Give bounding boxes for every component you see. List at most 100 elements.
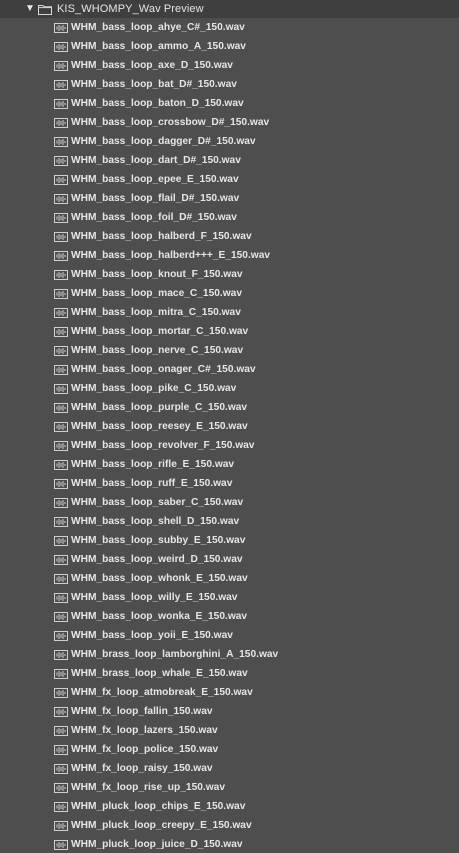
file-name: WHM_fx_loop_lazers_150.wav — [71, 725, 218, 736]
file-row[interactable]: WHM_bass_loop_whonk_E_150.wav — [0, 569, 459, 588]
audio-file-icon — [54, 592, 68, 603]
file-name: WHM_fx_loop_raisy_150.wav — [71, 763, 213, 774]
audio-file-icon — [54, 782, 68, 793]
audio-file-icon — [54, 41, 68, 52]
file-row[interactable]: WHM_bass_loop_knout_F_150.wav — [0, 265, 459, 284]
file-name: WHM_bass_loop_halberd+++_E_150.wav — [71, 250, 271, 261]
file-row[interactable]: WHM_fx_loop_raisy_150.wav — [0, 759, 459, 778]
file-row[interactable]: WHM_bass_loop_halberd_F_150.wav — [0, 227, 459, 246]
folder-icon — [38, 4, 52, 15]
file-name: WHM_bass_loop_crossbow_D#_150.wav — [71, 117, 270, 128]
file-row[interactable]: WHM_brass_loop_whale_E_150.wav — [0, 664, 459, 683]
audio-file-icon — [54, 421, 68, 432]
audio-file-icon — [54, 79, 68, 90]
file-name: WHM_bass_loop_yoii_E_150.wav — [71, 630, 233, 641]
audio-file-icon — [54, 744, 68, 755]
audio-file-icon — [54, 288, 68, 299]
audio-file-icon — [54, 497, 68, 508]
file-row[interactable]: WHM_bass_loop_epee_E_150.wav — [0, 170, 459, 189]
file-row[interactable]: WHM_fx_loop_lazers_150.wav — [0, 721, 459, 740]
file-row[interactable]: WHM_pluck_loop_creepy_E_150.wav — [0, 816, 459, 835]
file-name: WHM_bass_loop_axe_D_150.wav — [71, 60, 233, 71]
file-row[interactable]: WHM_bass_loop_nerve_C_150.wav — [0, 341, 459, 360]
file-name: WHM_bass_loop_purple_C_150.wav — [71, 402, 248, 413]
file-name: WHM_bass_loop_shell_D_150.wav — [71, 516, 240, 527]
file-row[interactable]: WHM_bass_loop_pike_C_150.wav — [0, 379, 459, 398]
file-row[interactable]: WHM_bass_loop_baton_D_150.wav — [0, 94, 459, 113]
file-row[interactable]: WHM_bass_loop_shell_D_150.wav — [0, 512, 459, 531]
file-row[interactable]: WHM_bass_loop_axe_D_150.wav — [0, 56, 459, 75]
file-name: WHM_bass_loop_pike_C_150.wav — [71, 383, 237, 394]
file-row[interactable]: WHM_bass_loop_mace_C_150.wav — [0, 284, 459, 303]
file-name: WHM_bass_loop_epee_E_150.wav — [71, 174, 239, 185]
audio-file-icon — [54, 269, 68, 280]
file-row[interactable]: WHM_fx_loop_rise_up_150.wav — [0, 778, 459, 797]
file-name: WHM_bass_loop_nerve_C_150.wav — [71, 345, 244, 356]
file-row[interactable]: WHM_bass_loop_saber_C_150.wav — [0, 493, 459, 512]
file-row[interactable]: WHM_bass_loop_bat_D#_150.wav — [0, 75, 459, 94]
audio-file-icon — [54, 668, 68, 679]
file-row[interactable]: WHM_bass_loop_crossbow_D#_150.wav — [0, 113, 459, 132]
file-row[interactable]: WHM_bass_loop_dart_D#_150.wav — [0, 151, 459, 170]
file-row[interactable]: WHM_bass_loop_mitra_C_150.wav — [0, 303, 459, 322]
audio-file-icon — [54, 250, 68, 261]
file-name: WHM_fx_loop_atmobreak_E_150.wav — [71, 687, 253, 698]
audio-file-icon — [54, 212, 68, 223]
file-list: WHM_bass_loop_ahye_C#_150.wav WHM_bass_lo… — [0, 18, 459, 853]
file-row[interactable]: WHM_brass_loop_lamborghini_A_150.wav — [0, 645, 459, 664]
audio-file-icon — [54, 117, 68, 128]
file-row[interactable]: WHM_bass_loop_onager_C#_150.wav — [0, 360, 459, 379]
file-row[interactable]: WHM_bass_loop_flail_D#_150.wav — [0, 189, 459, 208]
file-row[interactable]: WHM_bass_loop_revolver_F_150.wav — [0, 436, 459, 455]
file-row[interactable]: WHM_pluck_loop_chips_E_150.wav — [0, 797, 459, 816]
file-name: WHM_bass_loop_whonk_E_150.wav — [71, 573, 248, 584]
file-row[interactable]: WHM_bass_loop_mortar_C_150.wav — [0, 322, 459, 341]
folder-row[interactable]: ▼ KIS_WHOMPY_Wav Preview — [0, 0, 459, 18]
audio-file-icon — [54, 22, 68, 33]
file-row[interactable]: WHM_bass_loop_purple_C_150.wav — [0, 398, 459, 417]
file-row[interactable]: WHM_pluck_loop_juice_D_150.wav — [0, 835, 459, 853]
file-row[interactable]: WHM_bass_loop_yoii_E_150.wav — [0, 626, 459, 645]
file-name: WHM_pluck_loop_chips_E_150.wav — [71, 801, 246, 812]
audio-file-icon — [54, 478, 68, 489]
file-row[interactable]: WHM_bass_loop_weird_D_150.wav — [0, 550, 459, 569]
file-name: WHM_bass_loop_knout_F_150.wav — [71, 269, 243, 280]
file-name: WHM_bass_loop_foil_D#_150.wav — [71, 212, 237, 223]
file-row[interactable]: WHM_bass_loop_ahye_C#_150.wav — [0, 18, 459, 37]
file-name: WHM_fx_loop_rise_up_150.wav — [71, 782, 226, 793]
file-row[interactable]: WHM_fx_loop_atmobreak_E_150.wav — [0, 683, 459, 702]
audio-file-icon — [54, 383, 68, 394]
file-row[interactable]: WHM_bass_loop_willy_E_150.wav — [0, 588, 459, 607]
file-name: WHM_bass_loop_baton_D_150.wav — [71, 98, 244, 109]
file-name: WHM_bass_loop_reesey_E_150.wav — [71, 421, 248, 432]
file-row[interactable]: WHM_bass_loop_dagger_D#_150.wav — [0, 132, 459, 151]
file-row[interactable]: WHM_bass_loop_ruff_E_150.wav — [0, 474, 459, 493]
audio-file-icon — [54, 136, 68, 147]
audio-file-icon — [54, 573, 68, 584]
expand-triangle-icon[interactable]: ▼ — [25, 0, 35, 18]
file-browser: ▼ KIS_WHOMPY_Wav Preview WHM_bass_loop_a… — [0, 0, 459, 853]
file-row[interactable]: WHM_bass_loop_rifle_E_150.wav — [0, 455, 459, 474]
audio-file-icon — [54, 60, 68, 71]
file-name: WHM_bass_loop_subby_E_150.wav — [71, 535, 246, 546]
file-name: WHM_bass_loop_rifle_E_150.wav — [71, 459, 235, 470]
file-row[interactable]: WHM_fx_loop_police_150.wav — [0, 740, 459, 759]
file-row[interactable]: WHM_bass_loop_foil_D#_150.wav — [0, 208, 459, 227]
file-row[interactable]: WHM_bass_loop_wonka_E_150.wav — [0, 607, 459, 626]
file-name: WHM_bass_loop_weird_D_150.wav — [71, 554, 243, 565]
file-name: WHM_bass_loop_revolver_F_150.wav — [71, 440, 255, 451]
file-name: WHM_bass_loop_saber_C_150.wav — [71, 497, 244, 508]
audio-file-icon — [54, 174, 68, 185]
audio-file-icon — [54, 630, 68, 641]
file-name: WHM_fx_loop_police_150.wav — [71, 744, 219, 755]
file-row[interactable]: WHM_bass_loop_halberd+++_E_150.wav — [0, 246, 459, 265]
audio-file-icon — [54, 706, 68, 717]
file-row[interactable]: WHM_fx_loop_fallin_150.wav — [0, 702, 459, 721]
audio-file-icon — [54, 459, 68, 470]
file-row[interactable]: WHM_bass_loop_ammo_A_150.wav — [0, 37, 459, 56]
file-row[interactable]: WHM_bass_loop_subby_E_150.wav — [0, 531, 459, 550]
file-name: WHM_bass_loop_flail_D#_150.wav — [71, 193, 240, 204]
file-name: WHM_bass_loop_mitra_C_150.wav — [71, 307, 241, 318]
file-name: WHM_bass_loop_willy_E_150.wav — [71, 592, 238, 603]
file-row[interactable]: WHM_bass_loop_reesey_E_150.wav — [0, 417, 459, 436]
